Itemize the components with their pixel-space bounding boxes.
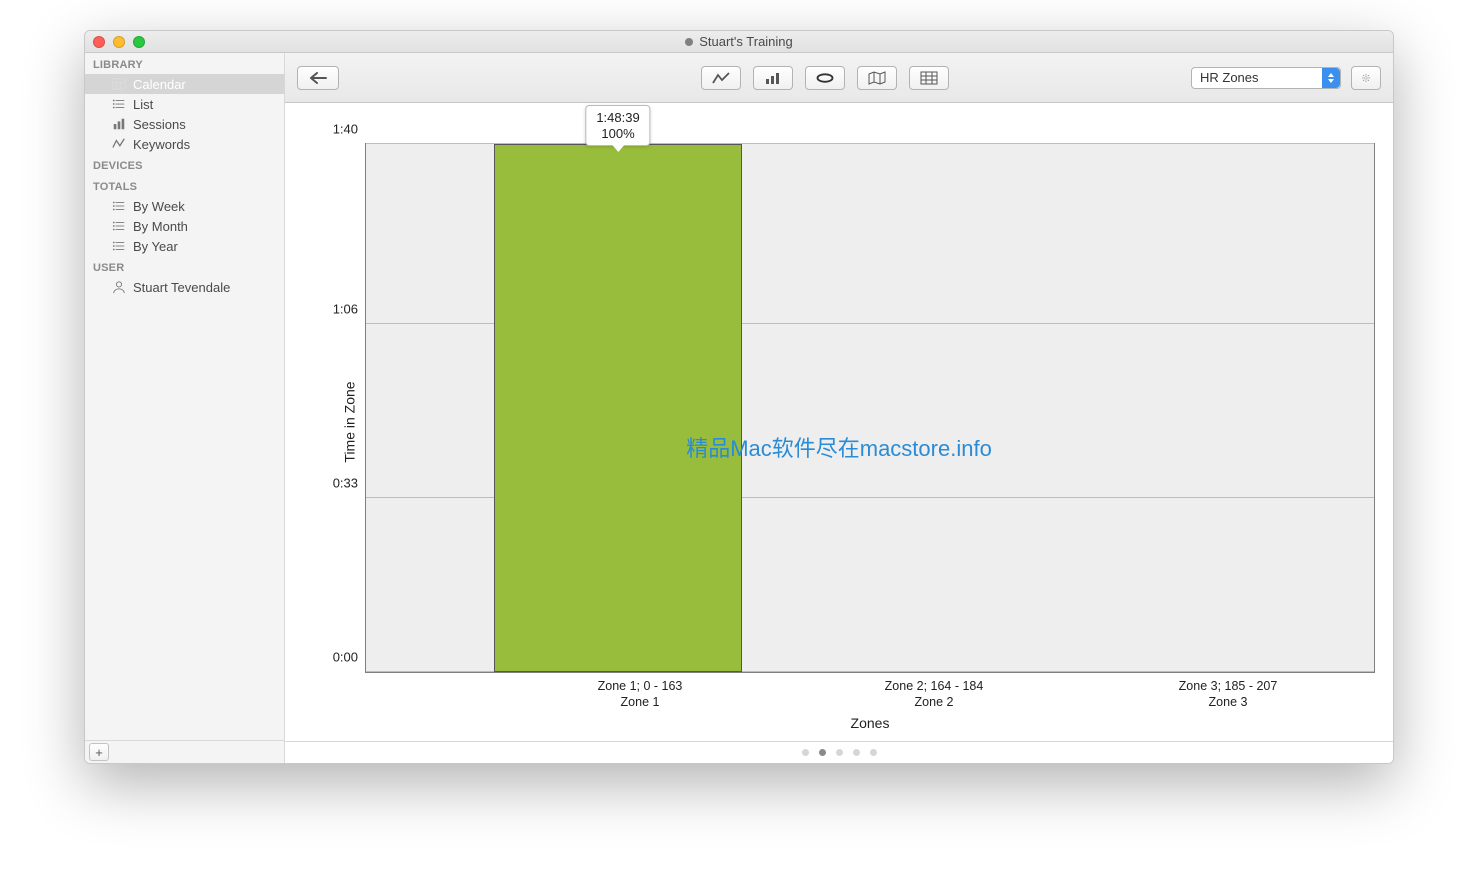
zones-dropdown[interactable]: HR Zones: [1191, 67, 1341, 89]
sidebar-item-user[interactable]: Stuart Tevendale: [85, 277, 284, 297]
x-label-zone1: Zone 1; 0 - 163 Zone 1: [493, 678, 787, 711]
sidebar-item-calendar[interactable]: Calendar: [85, 74, 284, 94]
document-proxy-icon: [685, 38, 693, 46]
bar-slot-zone3: [1081, 144, 1374, 672]
page-dot[interactable]: [853, 749, 860, 756]
tooltip-time: 1:48:39: [596, 110, 639, 126]
traffic-lights: [93, 36, 145, 48]
sidebar-item-by-week[interactable]: By Week: [85, 196, 284, 216]
list-icon: [111, 97, 127, 111]
calendar-icon: [111, 77, 127, 91]
sidebar-item-label: Keywords: [133, 137, 190, 152]
zoom-window-button[interactable]: [133, 36, 145, 48]
page-dot[interactable]: [819, 749, 826, 756]
sidebar-item-keywords[interactable]: Keywords: [85, 134, 284, 154]
sidebar-item-by-month[interactable]: By Month: [85, 216, 284, 236]
settings-button[interactable]: [1351, 66, 1381, 90]
section-header-library: LIBRARY: [85, 53, 284, 74]
sidebar-item-label: By Year: [133, 239, 178, 254]
sidebar-item-label: Stuart Tevendale: [133, 280, 230, 295]
sidebar-item-label: By Week: [133, 199, 185, 214]
bar-slot-zone1: 1:48:39 100%: [494, 144, 787, 672]
back-button[interactable]: [297, 66, 339, 90]
sidebar-item-label: Calendar: [133, 77, 186, 92]
list-icon: [111, 239, 127, 253]
x-axis-labels: Zone 1; 0 - 163 Zone 1 Zone 2; 164 - 184…: [493, 678, 1375, 711]
titlebar: Stuart's Training: [85, 31, 1393, 53]
sidebar-item-label: By Month: [133, 219, 188, 234]
page-indicator: [285, 741, 1393, 763]
y-axis-label: Time in Zone: [342, 381, 358, 462]
x-axis-title: Zones: [365, 715, 1375, 731]
lap-view-button[interactable]: [805, 66, 845, 90]
line-chart-view-button[interactable]: [701, 66, 741, 90]
tooltip-percent: 100%: [596, 126, 639, 142]
bar-tooltip: 1:48:39 100%: [585, 105, 650, 146]
section-header-user: USER: [85, 256, 284, 277]
section-header-totals: TOTALS: [85, 175, 284, 196]
plot-area: 0:00 0:33 1:06 1:40 1:48:39 100%: [365, 143, 1375, 673]
y-tick: 0:33: [333, 475, 358, 490]
list-icon: [111, 199, 127, 213]
close-window-button[interactable]: [93, 36, 105, 48]
map-view-button[interactable]: [857, 66, 897, 90]
main-content: HR Zones Time in Zone 0:00 0:33: [285, 53, 1393, 763]
y-tick: 1:06: [333, 301, 358, 316]
app-window: Stuart's Training LIBRARY Calendar List: [84, 30, 1394, 764]
page-dot[interactable]: [836, 749, 843, 756]
minimize-window-button[interactable]: [113, 36, 125, 48]
sidebar-item-label: Sessions: [133, 117, 186, 132]
sidebar-item-sessions[interactable]: Sessions: [85, 114, 284, 134]
y-tick: 0:00: [333, 650, 358, 665]
sidebar-item-by-year[interactable]: By Year: [85, 236, 284, 256]
section-header-devices: DEVICES: [85, 154, 284, 175]
zone1-bar[interactable]: 1:48:39 100%: [494, 144, 742, 672]
keywords-icon: [111, 137, 127, 151]
x-label-zone2: Zone 2; 164 - 184 Zone 2: [787, 678, 1081, 711]
sessions-icon: [111, 117, 127, 131]
page-dot[interactable]: [802, 749, 809, 756]
x-label-zone3: Zone 3; 185 - 207 Zone 3: [1081, 678, 1375, 711]
table-view-button[interactable]: [909, 66, 949, 90]
sidebar: LIBRARY Calendar List Sessions: [85, 53, 285, 763]
sidebar-item-label: List: [133, 97, 153, 112]
user-icon: [111, 280, 127, 294]
add-button[interactable]: +: [89, 743, 109, 761]
chevron-updown-icon: [1322, 68, 1340, 88]
bar-chart-view-button[interactable]: [753, 66, 793, 90]
list-icon: [111, 219, 127, 233]
bar-slot-zone2: [787, 144, 1080, 672]
sidebar-item-list[interactable]: List: [85, 94, 284, 114]
toolbar: HR Zones: [285, 53, 1393, 103]
chart-area: Time in Zone 0:00 0:33 1:06 1:40: [285, 103, 1393, 741]
y-tick: 1:40: [333, 122, 358, 137]
page-dot[interactable]: [870, 749, 877, 756]
dropdown-selected-label: HR Zones: [1200, 70, 1259, 85]
window-title: Stuart's Training: [699, 34, 793, 49]
